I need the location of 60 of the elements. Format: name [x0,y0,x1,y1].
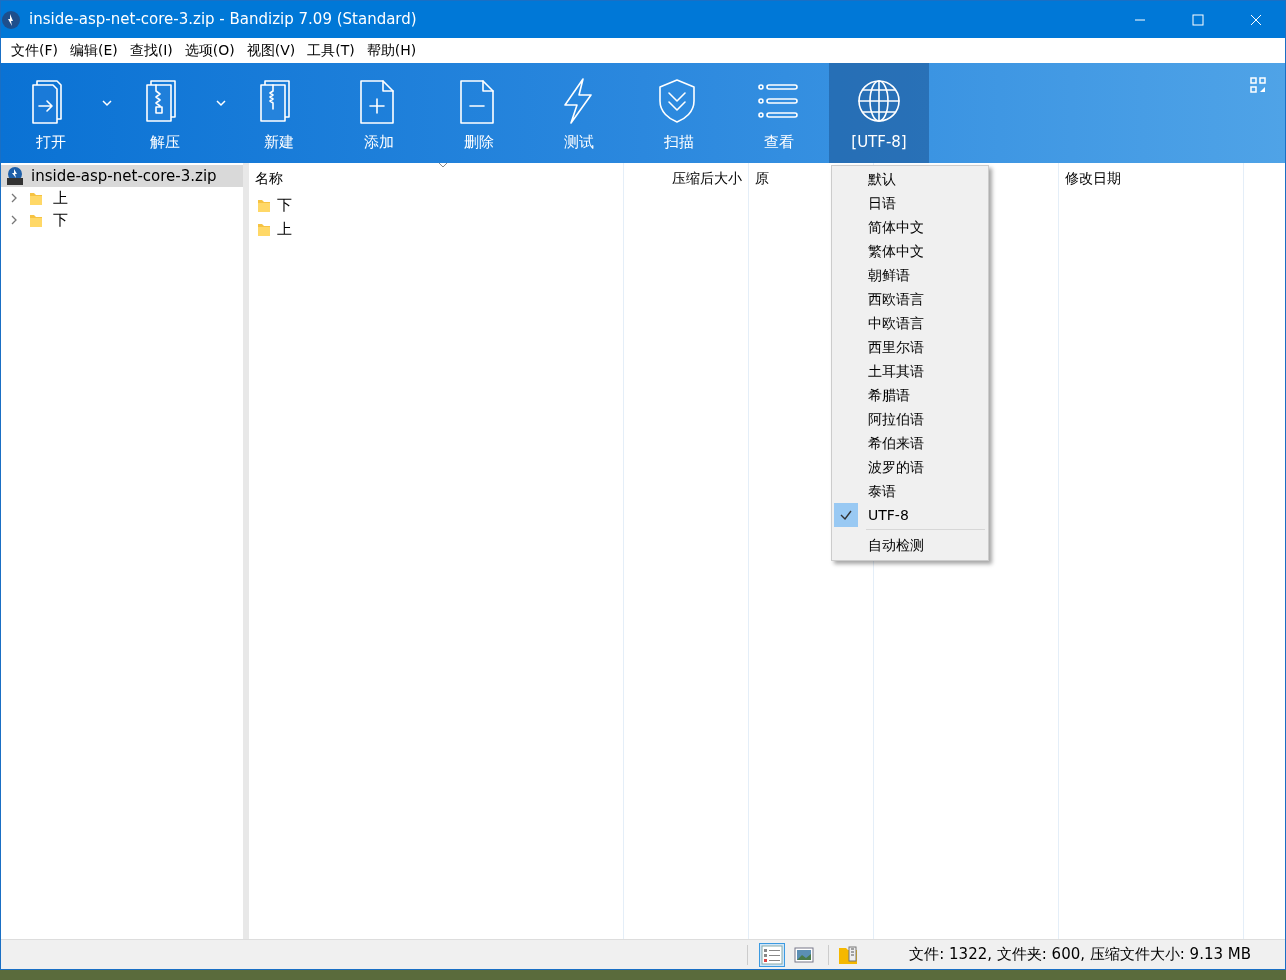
folder-icon [29,190,43,206]
menu-option[interactable]: 朝鲜语 [832,263,988,287]
folder-icon [257,221,271,237]
details-view-icon [761,944,784,965]
zip-file-icon [5,166,25,186]
column-header[interactable]: 修改日期 [1065,170,1121,186]
dropdown-caret-icon[interactable] [215,99,227,107]
globe-icon [857,77,901,125]
close-icon[interactable] [1250,13,1262,26]
folder-icon [29,212,43,228]
menu-option[interactable]: 西里尔语 [832,335,988,359]
layout-icon[interactable] [1250,77,1266,93]
expand-caret-icon[interactable] [9,193,19,203]
toolbar-button[interactable]: 删除 [429,63,529,163]
toolbar-button[interactable]: 解压 [115,63,215,163]
picture-icon [793,944,816,965]
archive-folder-icon [837,943,860,966]
folder-icon [257,197,271,213]
view-mode-button[interactable] [759,942,786,967]
status-text: 文件: 1322, 文件夹: 600, 压缩文件大小: 9.13 MB [909,944,1251,966]
sort-caret-icon [438,162,448,168]
menu-item[interactable]: 文件(F) [5,38,64,63]
menu-option[interactable]: 希伯来语 [832,431,988,455]
toolbar-button[interactable]: 新建 [229,63,329,163]
menu-option[interactable]: 西欧语言 [832,287,988,311]
menu-item[interactable]: 选项(O) [178,38,241,63]
menu-option[interactable]: 自动检测 [832,533,988,557]
column-header[interactable]: 压缩后大小 [672,170,742,186]
menu-option[interactable]: 日语 [832,191,988,215]
tree-item[interactable]: inside-asp-net-core-3.zip [1,165,243,187]
maximize-icon[interactable] [1192,13,1204,26]
tree-item[interactable]: 下 [1,209,243,231]
menu-item[interactable]: 工具(T) [301,38,361,63]
toolbar-button[interactable]: 打开 [1,63,101,163]
menu-option[interactable]: 泰语 [832,479,988,503]
window-title: inside-asp-net-core-3.zip - Bandizip 7.09 (Standard) [29,9,417,31]
file-name[interactable]: 下 [277,193,292,217]
menu-option[interactable]: 繁体中文 [832,239,988,263]
menu-item[interactable]: 视图(V) [240,38,302,63]
menu-item[interactable]: 帮助(H) [360,38,423,63]
menu-item[interactable]: 查找(I) [123,38,179,63]
toolbar-button[interactable]: 添加 [329,63,429,163]
menu-option[interactable]: 希腊语 [832,383,988,407]
column-header[interactable]: 原 [755,170,769,186]
menu-option[interactable]: 波罗的语 [832,455,988,479]
toolbar-button[interactable]: 测试 [529,63,629,163]
menu-option[interactable]: 中欧语言 [832,311,988,335]
menu-option[interactable]: 阿拉伯语 [832,407,988,431]
menu-option[interactable]: 默认 [832,167,988,191]
toolbar-button[interactable]: [UTF-8] [829,63,929,163]
tree-item[interactable]: 上 [1,187,243,209]
menu-option[interactable]: 简体中文 [832,215,988,239]
menu-option[interactable]: UTF-8 [832,503,988,527]
menu-option[interactable]: 土耳其语 [832,359,988,383]
menu-item[interactable]: 编辑(E) [64,38,124,63]
file-name[interactable]: 上 [277,217,292,241]
column-header[interactable]: 名称 [255,170,283,186]
expand-caret-icon[interactable] [9,215,19,225]
toolbar-button[interactable]: 扫描 [629,63,729,163]
dropdown-caret-icon[interactable] [101,99,113,107]
